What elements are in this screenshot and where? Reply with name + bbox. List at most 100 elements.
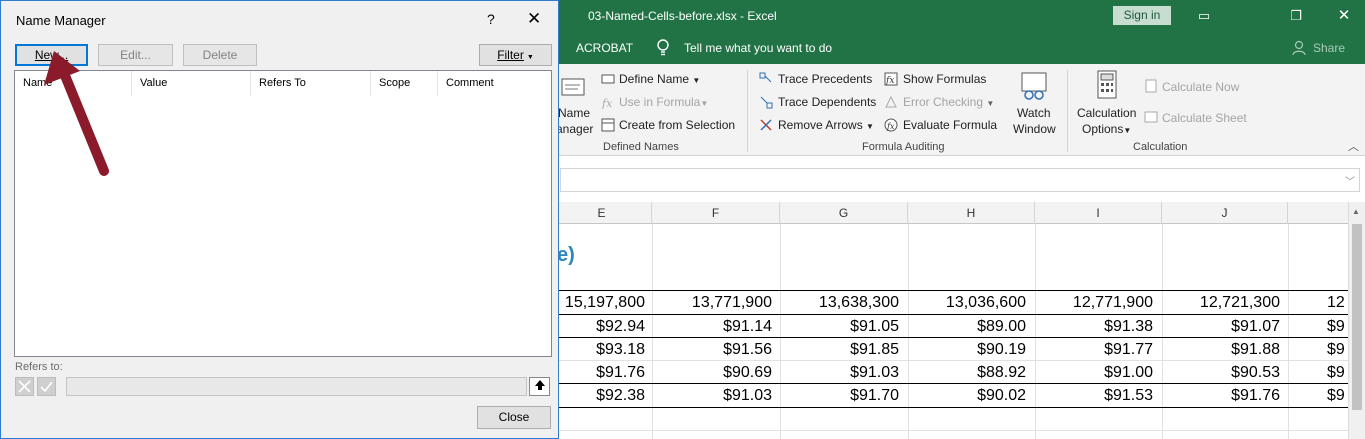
column-header-e[interactable]: E bbox=[552, 202, 652, 224]
filter-button[interactable]: Filter ▼ bbox=[479, 44, 552, 66]
error-checking-icon bbox=[885, 95, 897, 108]
table-cell[interactable]: 13,036,600 bbox=[946, 291, 1026, 314]
calculate-sheet-icon bbox=[1144, 111, 1158, 123]
define-name-button[interactable]: Define Name ▼ bbox=[619, 72, 700, 86]
table-cell[interactable]: $90.53 bbox=[1231, 361, 1280, 384]
collapse-dialog-icon[interactable] bbox=[529, 377, 550, 396]
name-manager-button[interactable]: Name bbox=[558, 106, 590, 120]
cell-border bbox=[552, 407, 1348, 408]
grid-line bbox=[552, 430, 1348, 431]
table-cell[interactable]: $90.69 bbox=[723, 361, 772, 384]
list-header-comment[interactable]: Comment bbox=[438, 71, 551, 96]
table-cell[interactable]: $89.00 bbox=[977, 315, 1026, 338]
table-cell[interactable]: 12 bbox=[1327, 291, 1345, 314]
table-cell[interactable]: $91.70 bbox=[850, 384, 899, 407]
expand-formula-bar-icon[interactable]: ﹀ bbox=[1345, 173, 1355, 188]
watch-window-button[interactable]: Watch bbox=[1017, 106, 1051, 120]
trace-dependents-button[interactable]: Trace Dependents bbox=[778, 95, 876, 109]
help-button[interactable]: ? bbox=[487, 11, 495, 27]
svg-text:fx: fx bbox=[601, 97, 613, 109]
create-from-selection-button[interactable]: Create from Selection bbox=[619, 118, 735, 132]
list-header-refers-to[interactable]: Refers To bbox=[251, 71, 371, 96]
table-cell[interactable]: $9 bbox=[1327, 315, 1345, 338]
calculation-group-label: Calculation bbox=[1133, 141, 1188, 153]
ribbon-display-options-icon[interactable]: ▭ bbox=[1194, 6, 1214, 26]
lightbulb-icon bbox=[657, 39, 669, 56]
scroll-up-icon[interactable]: ▲ bbox=[1352, 207, 1360, 216]
trace-precedents-button[interactable]: Trace Precedents bbox=[778, 72, 872, 86]
group-separator bbox=[1067, 70, 1068, 152]
calculate-now-icon bbox=[1145, 79, 1157, 93]
table-cell[interactable]: $90.02 bbox=[977, 384, 1026, 407]
table-cell[interactable]: $93.18 bbox=[596, 338, 645, 361]
trace-precedents-icon bbox=[759, 72, 772, 83]
show-formulas-button[interactable]: Show Formulas bbox=[903, 72, 986, 86]
table-cell[interactable]: 13,638,300 bbox=[819, 291, 899, 314]
column-header-j[interactable]: J bbox=[1162, 202, 1288, 224]
collapse-ribbon-icon[interactable]: ︿ bbox=[1348, 138, 1359, 154]
close-button[interactable]: Close bbox=[477, 406, 551, 429]
cancel-edit-icon[interactable] bbox=[15, 377, 34, 396]
name-manager-button-line2: anager bbox=[556, 122, 594, 136]
column-header-i[interactable]: I bbox=[1035, 202, 1162, 224]
list-header-value[interactable]: Value bbox=[132, 71, 251, 96]
column-header-h[interactable]: H bbox=[908, 202, 1035, 224]
list-header-scope[interactable]: Scope bbox=[371, 71, 438, 96]
table-cell[interactable]: 15,197,800 bbox=[565, 291, 645, 314]
table-cell[interactable]: $91.85 bbox=[850, 338, 899, 361]
chevron-down-icon: ▼ bbox=[526, 54, 534, 61]
table-cell[interactable]: $9 bbox=[1327, 384, 1345, 407]
restore-window-icon[interactable]: ❐ bbox=[1286, 6, 1306, 26]
create-from-selection-icon bbox=[601, 118, 615, 132]
close-icon[interactable]: ✕ bbox=[527, 9, 541, 29]
calculate-now-button[interactable]: Calculate Now bbox=[1162, 80, 1239, 94]
table-cell[interactable]: $91.76 bbox=[1231, 384, 1280, 407]
table-cell[interactable]: $91.03 bbox=[723, 384, 772, 407]
refers-to-input[interactable] bbox=[66, 377, 527, 396]
person-icon bbox=[1292, 40, 1306, 56]
table-cell[interactable]: $91.77 bbox=[1104, 338, 1153, 361]
tell-me-search[interactable]: Tell me what you want to do bbox=[684, 41, 832, 55]
close-window-icon[interactable]: ✕ bbox=[1334, 6, 1354, 26]
table-cell[interactable]: $91.53 bbox=[1104, 384, 1153, 407]
table-cell[interactable]: 12,721,300 bbox=[1200, 291, 1280, 314]
delete-button[interactable]: Delete bbox=[183, 44, 257, 66]
table-cell[interactable]: 13,771,900 bbox=[692, 291, 772, 314]
table-cell[interactable]: $91.07 bbox=[1231, 315, 1280, 338]
table-cell[interactable]: $91.56 bbox=[723, 338, 772, 361]
table-cell[interactable]: $92.94 bbox=[596, 315, 645, 338]
vertical-scrollbar[interactable]: ▲ bbox=[1348, 202, 1365, 439]
calculate-sheet-button[interactable]: Calculate Sheet bbox=[1162, 111, 1247, 125]
table-cell[interactable]: $91.14 bbox=[723, 315, 772, 338]
formula-input[interactable]: ﹀ bbox=[560, 168, 1360, 192]
table-cell[interactable]: $91.03 bbox=[850, 361, 899, 384]
table-cell[interactable]: $91.38 bbox=[1104, 315, 1153, 338]
table-cell[interactable]: $91.00 bbox=[1104, 361, 1153, 384]
confirm-edit-icon[interactable] bbox=[37, 377, 56, 396]
use-in-formula-button[interactable]: Use in Formula▼ bbox=[619, 95, 708, 109]
table-cell[interactable]: $92.38 bbox=[596, 384, 645, 407]
table-cell[interactable]: $91.05 bbox=[850, 315, 899, 338]
table-cell[interactable]: $91.76 bbox=[596, 361, 645, 384]
column-header-g[interactable]: G bbox=[780, 202, 908, 224]
share-button[interactable]: Share bbox=[1313, 41, 1345, 55]
table-cell[interactable]: $9 bbox=[1327, 361, 1345, 384]
tab-acrobat[interactable]: ACROBAT bbox=[576, 41, 633, 55]
sign-in-button[interactable]: Sign in bbox=[1113, 6, 1171, 25]
remove-arrows-button[interactable]: Remove Arrows ▼ bbox=[778, 118, 874, 132]
name-manager-icon bbox=[561, 78, 585, 96]
grid-line bbox=[552, 360, 1348, 361]
svg-text:fx: fx bbox=[886, 122, 895, 131]
table-cell[interactable]: $88.92 bbox=[977, 361, 1026, 384]
cell-border bbox=[552, 337, 1348, 338]
evaluate-formula-button[interactable]: Evaluate Formula bbox=[903, 118, 997, 132]
calculation-options-button[interactable]: Calculation bbox=[1077, 106, 1136, 120]
table-cell[interactable]: $91.88 bbox=[1231, 338, 1280, 361]
table-cell[interactable]: $9 bbox=[1327, 338, 1345, 361]
table-cell[interactable]: $90.19 bbox=[977, 338, 1026, 361]
column-header-f[interactable]: F bbox=[652, 202, 780, 224]
formula-auditing-group-label: Formula Auditing bbox=[862, 141, 945, 153]
table-cell[interactable]: 12,771,900 bbox=[1073, 291, 1153, 314]
scrollbar-thumb[interactable] bbox=[1352, 224, 1362, 410]
error-checking-button[interactable]: Error Checking ▼ bbox=[903, 95, 994, 109]
